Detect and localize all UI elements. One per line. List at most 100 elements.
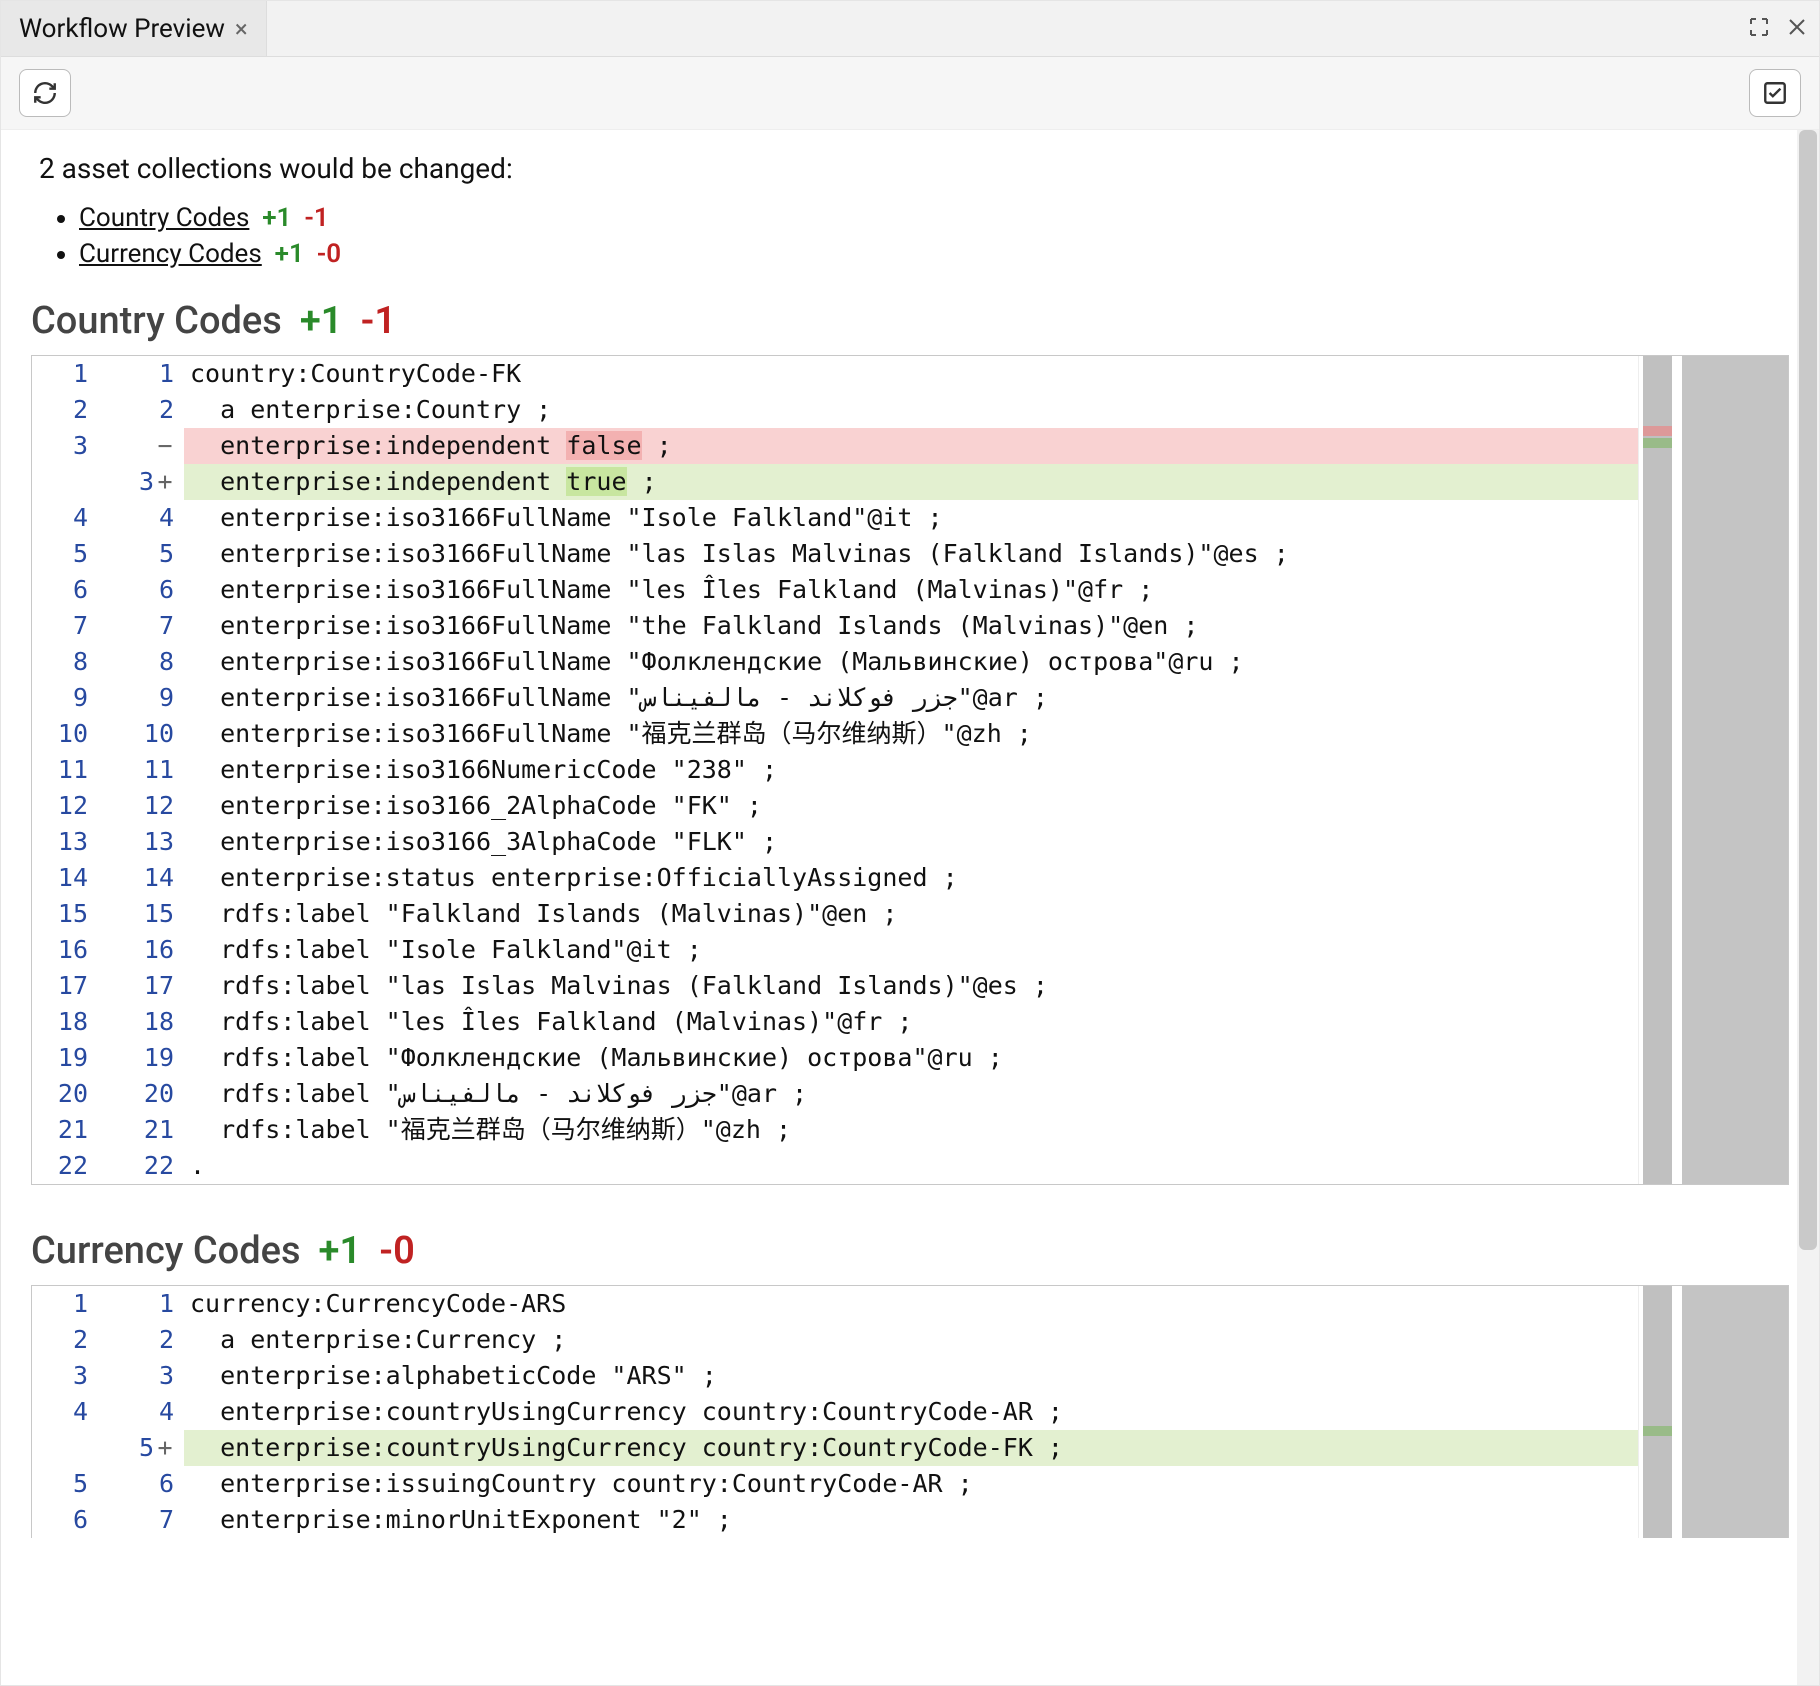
diff-scrollbar[interactable] <box>1682 356 1788 1184</box>
summary-link-country-codes[interactable]: Country Codes <box>79 203 249 233</box>
close-tab-icon[interactable]: × <box>235 15 248 43</box>
line-number-old: 1 <box>32 356 98 392</box>
line-number-old: 2 <box>32 1322 98 1358</box>
page-scrollbar[interactable] <box>1797 130 1819 1685</box>
line-number-old: 20 <box>32 1076 98 1112</box>
diff-line[interactable]: 55 enterprise:iso3166FullName "las Islas… <box>32 536 1638 572</box>
line-number-old: 19 <box>32 1040 98 1076</box>
code-text: rdfs:label "Falkland Islands (Malvinas)"… <box>184 896 1638 932</box>
line-number-new: 14 <box>98 860 184 896</box>
diff-minimap[interactable] <box>1638 1286 1676 1538</box>
diff-table[interactable]: 11country:CountryCode-FK22 a enterprise:… <box>32 356 1638 1184</box>
line-number-new: 15 <box>98 896 184 932</box>
code-text: enterprise:minorUnitExponent "2" ; <box>184 1502 1638 1538</box>
diff-line[interactable]: 22 a enterprise:Country ; <box>32 392 1638 428</box>
diff-line[interactable]: 1414 enterprise:status enterprise:Offici… <box>32 860 1638 896</box>
section-plus: +1 <box>300 299 343 343</box>
summary-minus: -1 <box>304 203 328 233</box>
diff-line[interactable]: 11country:CountryCode-FK <box>32 356 1638 392</box>
diff-line[interactable]: 1212 enterprise:iso3166_2AlphaCode "FK" … <box>32 788 1638 824</box>
code-text: enterprise:iso3166FullName "福克兰群岛（马尔维纳斯）… <box>184 716 1638 752</box>
line-number-new: 16 <box>98 932 184 968</box>
apply-button[interactable] <box>1749 69 1801 117</box>
app-root: Workflow Preview × 2 ass <box>0 0 1820 1686</box>
maximize-icon[interactable] <box>1747 15 1771 43</box>
tab-bar: Workflow Preview × <box>1 1 1819 57</box>
diff-line[interactable]: 2121 rdfs:label "福克兰群岛（马尔维纳斯）"@zh ; <box>32 1112 1638 1148</box>
diff-line[interactable]: 1818 rdfs:label "les Îles Falkland (Malv… <box>32 1004 1638 1040</box>
code-text: . <box>184 1148 1638 1184</box>
diff-line-removed[interactable]: 3− enterprise:independent false ; <box>32 428 1638 464</box>
code-text: currency:CurrencyCode-ARS <box>184 1286 1638 1322</box>
diff-line[interactable]: 11currency:CurrencyCode-ARS <box>32 1286 1638 1322</box>
line-number-new: 9 <box>98 680 184 716</box>
diff-line[interactable]: 67 enterprise:minorUnitExponent "2" ; <box>32 1502 1638 1538</box>
line-number-old: 16 <box>32 932 98 968</box>
diff-line[interactable]: 1111 enterprise:iso3166NumericCode "238"… <box>32 752 1638 788</box>
summary-link-currency-codes[interactable]: Currency Codes <box>79 239 262 269</box>
diff-line[interactable]: 44 enterprise:countryUsingCurrency count… <box>32 1394 1638 1430</box>
line-number-old: 21 <box>32 1112 98 1148</box>
line-number-old: 6 <box>32 1502 98 1538</box>
diff-minimap[interactable] <box>1638 356 1676 1184</box>
line-number-new: 7 <box>98 608 184 644</box>
diff-line[interactable]: 1616 rdfs:label "Isole Falkland"@it ; <box>32 932 1638 968</box>
code-text: enterprise:iso3166FullName "جزر فوكلاند … <box>184 680 1638 716</box>
line-number-new: 17 <box>98 968 184 1004</box>
diff-line[interactable]: 1919 rdfs:label "Фолклендские (Мальвинск… <box>32 1040 1638 1076</box>
diff-line-added[interactable]: 5+ enterprise:countryUsingCurrency count… <box>32 1430 1638 1466</box>
diff-line[interactable]: 88 enterprise:iso3166FullName "Фолклендс… <box>32 644 1638 680</box>
tab-title: Workflow Preview <box>19 14 225 44</box>
line-number-new: 5 <box>98 536 184 572</box>
toolbar <box>1 57 1819 130</box>
section-name: Currency Codes <box>31 1229 301 1273</box>
diff-line[interactable]: 1515 rdfs:label "Falkland Islands (Malvi… <box>32 896 1638 932</box>
line-number-new: 21 <box>98 1112 184 1148</box>
line-number-new: 18 <box>98 1004 184 1040</box>
line-number-old: 10 <box>32 716 98 752</box>
code-text: a enterprise:Currency ; <box>184 1322 1638 1358</box>
line-number-new: 6 <box>98 1466 184 1502</box>
summary-item-country-codes: Country Codes +1 -1 <box>79 203 1789 233</box>
code-text: enterprise:alphabeticCode "ARS" ; <box>184 1358 1638 1394</box>
line-number-old: 22 <box>32 1148 98 1184</box>
section-name: Country Codes <box>31 299 282 343</box>
line-number-new: 7 <box>98 1502 184 1538</box>
diff-line[interactable]: 1010 enterprise:iso3166FullName "福克兰群岛（马… <box>32 716 1638 752</box>
close-panel-icon[interactable] <box>1785 15 1809 43</box>
diff-line[interactable]: 56 enterprise:issuingCountry country:Cou… <box>32 1466 1638 1502</box>
line-number-new: 10 <box>98 716 184 752</box>
diff-scrollbar[interactable] <box>1682 1286 1788 1538</box>
diff-line[interactable]: 2020 rdfs:label "جزر فوكلاند - مالفيناس"… <box>32 1076 1638 1112</box>
line-number-new: 1 <box>98 356 184 392</box>
line-number-old: 13 <box>32 824 98 860</box>
diff-table[interactable]: 11currency:CurrencyCode-ARS22 a enterpri… <box>32 1286 1638 1538</box>
line-number-old: 4 <box>32 500 98 536</box>
diff-line[interactable]: 1717 rdfs:label "las Islas Malvinas (Fal… <box>32 968 1638 1004</box>
tab-tools <box>1747 15 1809 43</box>
line-number-old: 4 <box>32 1394 98 1430</box>
code-text: enterprise:iso3166FullName "les Îles Fal… <box>184 572 1638 608</box>
diff-line[interactable]: 22 a enterprise:Currency ; <box>32 1322 1638 1358</box>
line-number-new: 4 <box>98 500 184 536</box>
page-scroll-thumb[interactable] <box>1799 130 1817 1250</box>
code-text: enterprise:iso3166_3AlphaCode "FLK" ; <box>184 824 1638 860</box>
refresh-button[interactable] <box>19 69 71 117</box>
tabs: Workflow Preview × <box>1 1 267 56</box>
diff-line[interactable]: 2222. <box>32 1148 1638 1184</box>
diff-line[interactable]: 33 enterprise:alphabeticCode "ARS" ; <box>32 1358 1638 1394</box>
diff-line[interactable]: 99 enterprise:iso3166FullName "جزر فوكلا… <box>32 680 1638 716</box>
diff-line-added[interactable]: 3+ enterprise:independent true ; <box>32 464 1638 500</box>
code-text: enterprise:countryUsingCurrency country:… <box>184 1430 1638 1466</box>
line-number-new: 6 <box>98 572 184 608</box>
diff-line[interactable]: 66 enterprise:iso3166FullName "les Îles … <box>32 572 1638 608</box>
code-text: enterprise:iso3166FullName "the Falkland… <box>184 608 1638 644</box>
line-number-old <box>32 1430 98 1466</box>
diff-line[interactable]: 44 enterprise:iso3166FullName "Isole Fal… <box>32 500 1638 536</box>
diff-line[interactable]: 77 enterprise:iso3166FullName "the Falkl… <box>32 608 1638 644</box>
diff-line[interactable]: 1313 enterprise:iso3166_3AlphaCode "FLK"… <box>32 824 1638 860</box>
tab-workflow-preview[interactable]: Workflow Preview × <box>1 1 267 56</box>
line-number-new: 11 <box>98 752 184 788</box>
diff-currency-codes: 11currency:CurrencyCode-ARS22 a enterpri… <box>31 1285 1789 1538</box>
line-number-new: 12 <box>98 788 184 824</box>
